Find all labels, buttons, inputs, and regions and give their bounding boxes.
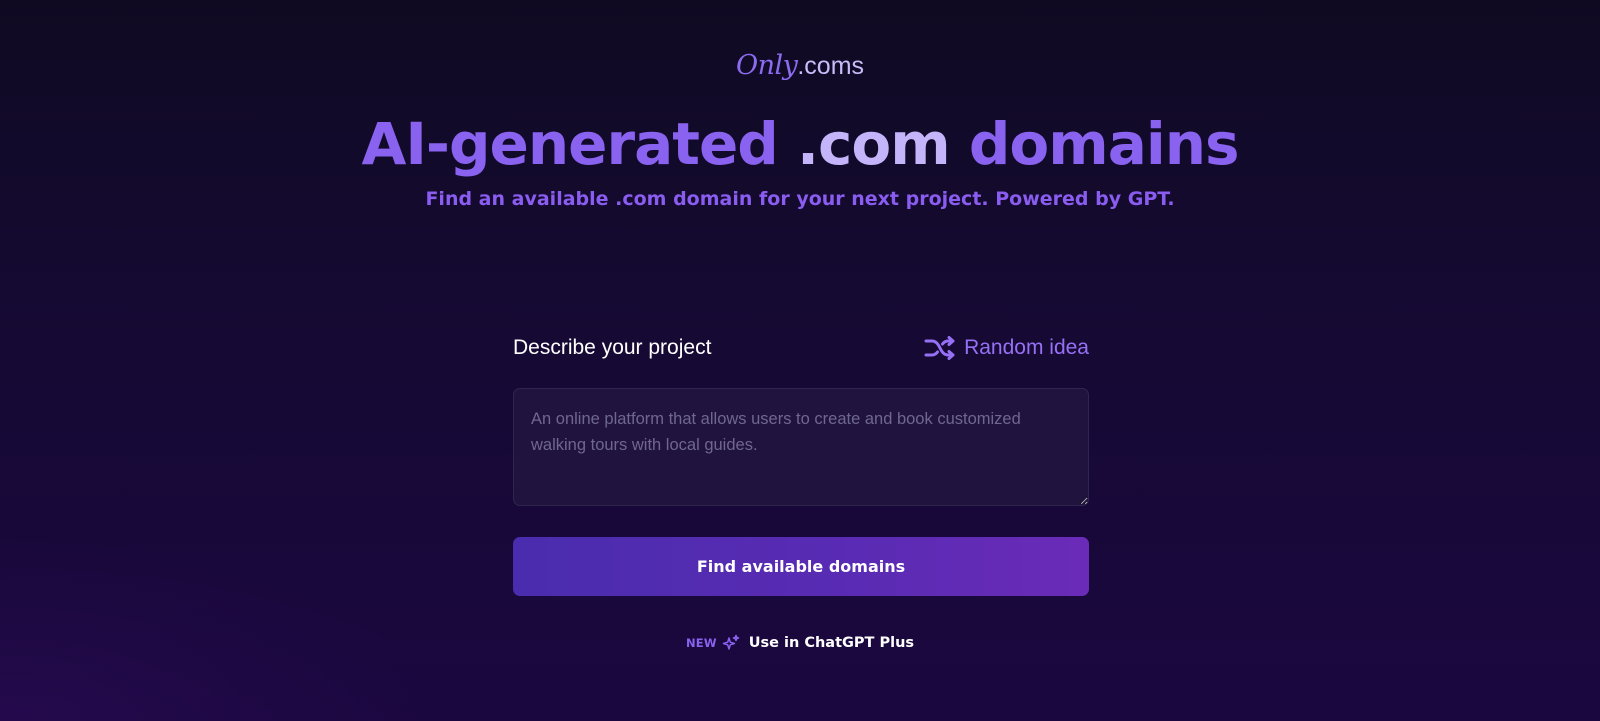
domain-search-form: Describe your project Random idea Find a… <box>513 328 1089 596</box>
logo[interactable]: Only.coms <box>0 46 1600 86</box>
page-title: AI-generated .com domains <box>0 106 1600 182</box>
shuffle-icon <box>924 336 956 360</box>
find-domains-button[interactable]: Find available domains <box>513 537 1089 596</box>
random-idea-label: Random idea <box>964 336 1089 359</box>
title-part-domains: domains <box>949 110 1240 178</box>
new-badge: NEW <box>685 636 717 650</box>
logo-suffix: .coms <box>797 52 865 80</box>
sparkle-icon <box>722 634 740 652</box>
title-part-com: .com <box>797 110 951 178</box>
random-idea-button[interactable]: Random idea <box>924 328 1089 368</box>
title-part-ai-generated: AI-generated <box>361 110 797 178</box>
label-row: Describe your project Random idea <box>513 328 1089 368</box>
chatgpt-plus-link[interactable]: Use in ChatGPT Plus <box>749 635 914 651</box>
logo-script: Only <box>735 50 798 81</box>
page-subtitle: Find an available .com domain for your n… <box>425 188 1175 210</box>
project-description-input[interactable] <box>513 388 1089 506</box>
chatgpt-promo: NEW Use in ChatGPT Plus <box>0 630 1600 656</box>
textarea-wrapper <box>513 388 1089 506</box>
project-description-label: Describe your project <box>513 336 712 359</box>
